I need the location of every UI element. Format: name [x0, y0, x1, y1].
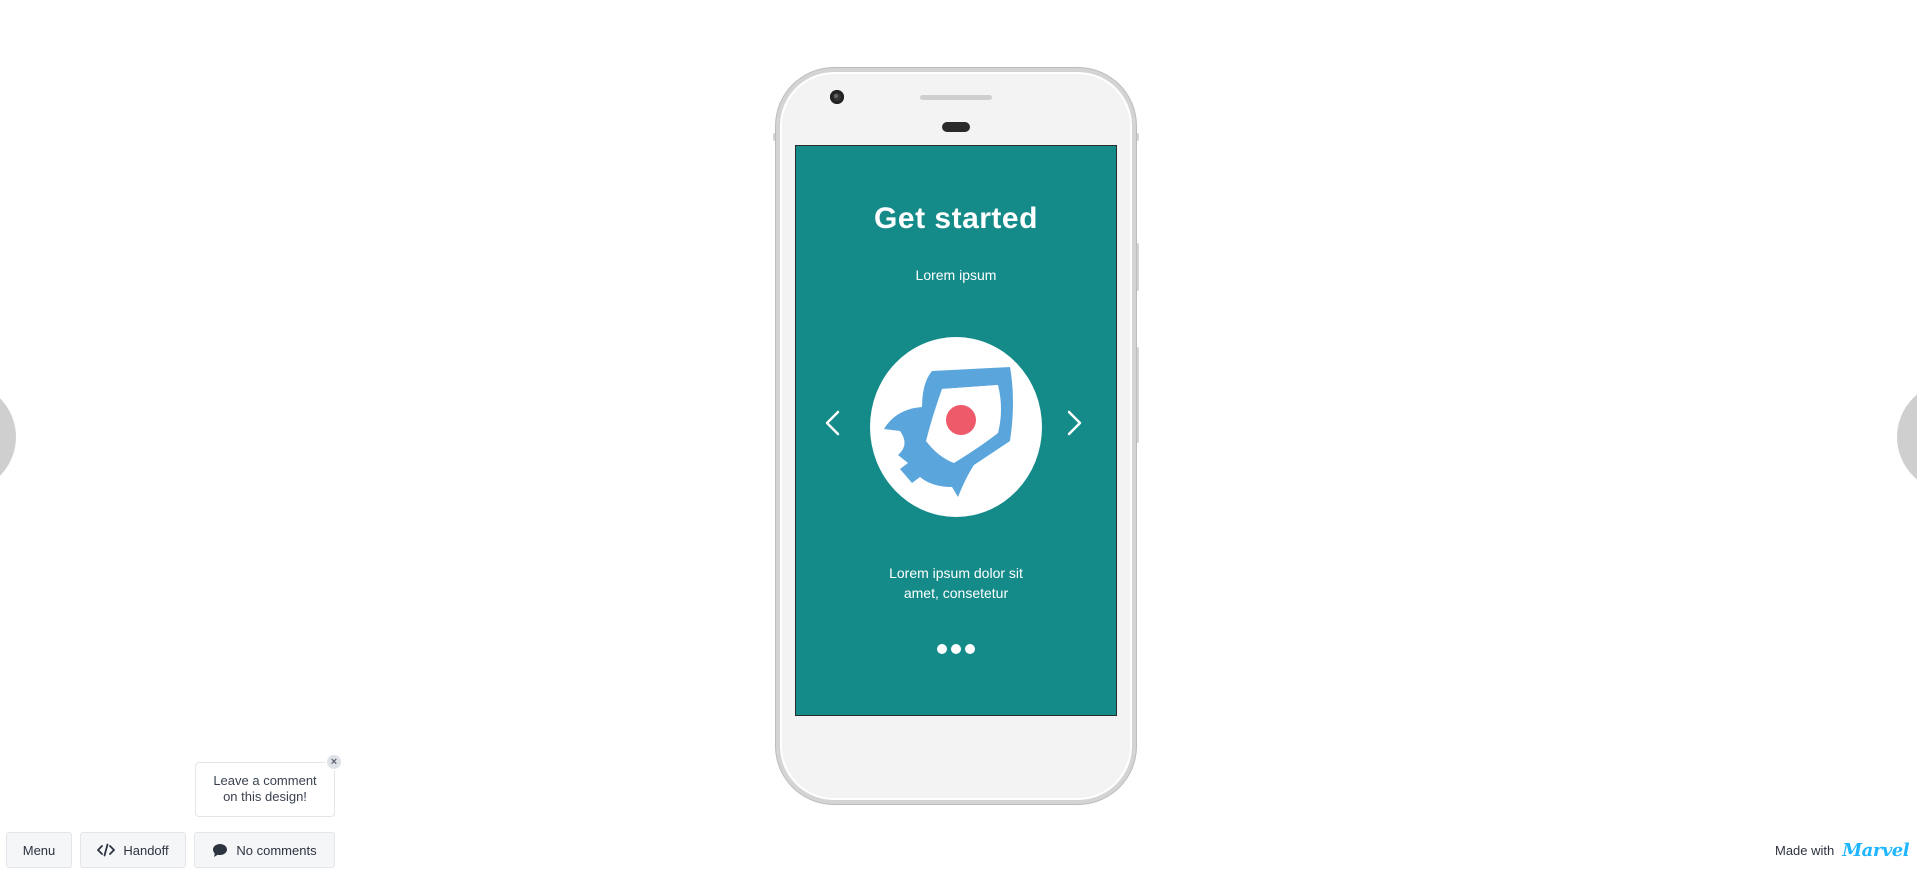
menu-button-label: Menu	[22, 842, 56, 858]
close-icon[interactable]: ×	[325, 753, 343, 771]
screen-description-line1: Lorem ipsum dolor sit	[889, 565, 1023, 581]
screen-description-line2: amet, consetetur	[903, 585, 1009, 601]
code-icon	[97, 843, 116, 857]
phone-sensor	[942, 122, 970, 132]
next-screen-button[interactable]	[1897, 382, 1917, 492]
page-dot[interactable]	[937, 644, 947, 654]
made-with-label: Made with	[1775, 842, 1835, 858]
phone-screen: Get started Lorem ipsum Lorem ipsum dolo…	[795, 145, 1117, 716]
chevron-left-icon[interactable]	[821, 408, 845, 438]
screen-description: Lorem ipsum dolor sit amet, consetetur	[796, 563, 1116, 603]
tooltip-line2: on this design!	[223, 789, 307, 804]
handoff-button[interactable]: Handoff	[80, 832, 186, 868]
page-dot[interactable]	[951, 644, 961, 654]
screen-title: Get started	[874, 202, 1038, 235]
tooltip-line1: Leave a comment	[213, 773, 317, 788]
page-dot[interactable]	[965, 644, 975, 654]
menu-button[interactable]: Menu	[6, 832, 72, 868]
prototype-viewer: Get started Lorem ipsum Lorem ipsum dolo…	[0, 0, 1917, 875]
chevron-right-icon[interactable]	[1062, 408, 1086, 438]
comments-button[interactable]: No comments	[194, 832, 335, 868]
handoff-button-label: Handoff	[123, 842, 169, 858]
comments-button-label: No comments	[236, 842, 317, 858]
made-with-marvel-link[interactable]: Made with Marvel	[1775, 836, 1910, 864]
speech-bubble-icon	[213, 843, 228, 857]
rocket-icon	[870, 337, 1042, 517]
marvel-logo: Marvel	[1842, 839, 1910, 861]
comment-tooltip: Leave a comment on this design!	[195, 762, 335, 817]
page-indicator	[796, 644, 1116, 654]
camera-icon	[830, 90, 844, 104]
previous-screen-button[interactable]	[0, 382, 16, 492]
phone-speaker	[920, 95, 992, 100]
screen-subtitle: Lorem ipsum	[915, 267, 997, 283]
